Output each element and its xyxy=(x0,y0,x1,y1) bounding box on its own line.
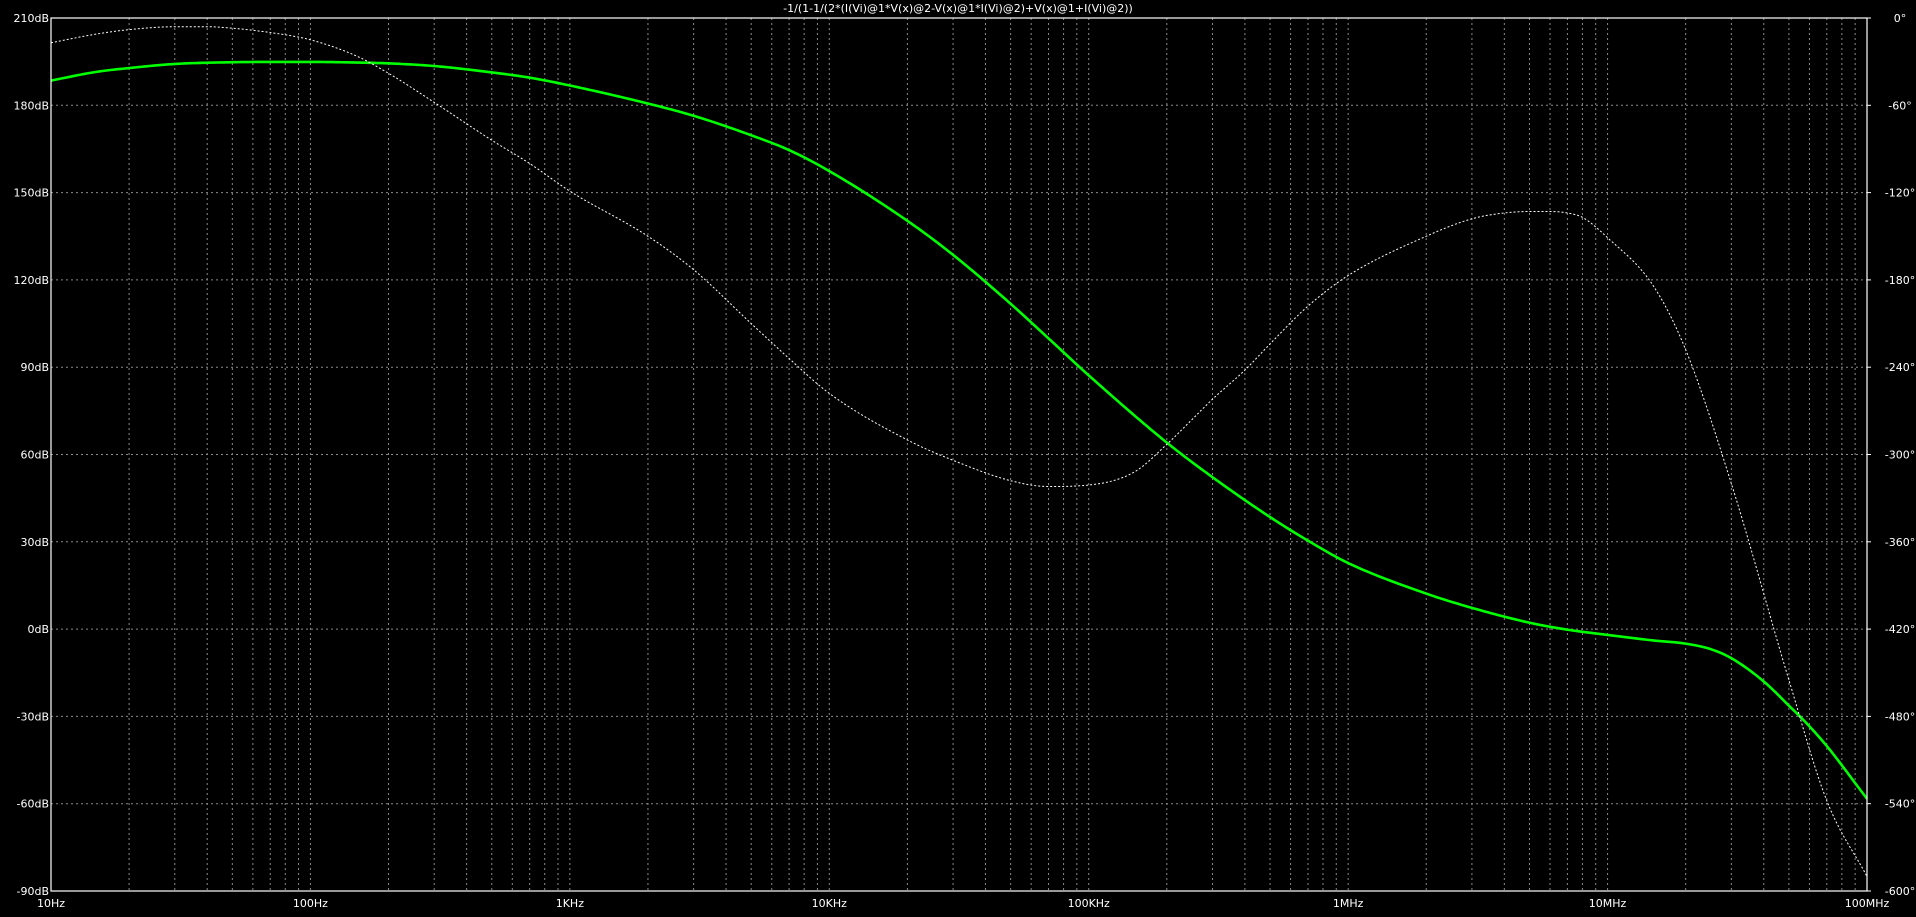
right-y-tick-label: -480° xyxy=(1885,710,1915,723)
x-tick-label: 1MHz xyxy=(1333,897,1364,910)
left-y-tick-label: 30dB xyxy=(20,536,49,549)
left-y-tick-label: -90dB xyxy=(17,885,50,898)
right-y-tick-label: 0° xyxy=(1894,12,1907,25)
right-y-tick-label: -240° xyxy=(1885,361,1915,374)
grid xyxy=(51,18,1867,891)
x-tick-label: 100KHz xyxy=(1068,897,1110,910)
right-y-tick-label: -60° xyxy=(1888,99,1911,112)
traces xyxy=(50,26,1869,877)
right-axis-ticks: 0° -60° -120° -180° -240° -300° -360° -420° -480… xyxy=(1867,12,1915,898)
left-y-tick-label: 120dB xyxy=(13,274,49,287)
right-y-tick-label: -180° xyxy=(1885,274,1915,287)
right-y-tick-label: -600° xyxy=(1885,885,1915,898)
left-y-tick-label: -30dB xyxy=(17,710,50,723)
phase-trace xyxy=(50,26,1868,877)
magnitude-trace xyxy=(50,60,1869,800)
x-tick-label: 1KHz xyxy=(556,897,584,910)
chart-title: -1/(1-1/(2*(I(Vi)@1*V(x)@2-V(x)@1*I(Vi)@… xyxy=(783,2,1133,15)
left-y-tick-label: -60dB xyxy=(17,798,50,811)
right-y-tick-label: -420° xyxy=(1885,623,1915,636)
left-y-tick-label: 90dB xyxy=(20,361,49,374)
left-y-tick-label: 210dB xyxy=(13,12,49,25)
x-tick-label: 10KHz xyxy=(812,897,847,910)
x-tick-label: 10Hz xyxy=(37,897,65,910)
right-y-tick-label: -300° xyxy=(1885,449,1915,462)
right-y-tick-label: -360° xyxy=(1885,536,1915,549)
left-y-tick-label: 0dB xyxy=(27,623,49,636)
x-tick-label: 100Hz xyxy=(293,897,328,910)
right-y-tick-label: -540° xyxy=(1885,798,1915,811)
left-y-tick-label: 60dB xyxy=(20,449,49,462)
right-y-tick-label: -120° xyxy=(1885,187,1915,200)
x-axis-ticks: 10Hz 100Hz 1KHz 10KHz 100KHz 1MHz 10MHz 100MHz xyxy=(37,897,1890,910)
left-y-tick-label: 150dB xyxy=(13,187,49,200)
plot-frame xyxy=(50,17,1868,892)
plot-canvas: -1/(1-1/(2*(I(Vi)@1*V(x)@2-V(x)@1*I(Vi)@… xyxy=(13,2,1915,910)
x-tick-label: 100MHz xyxy=(1845,897,1890,910)
x-tick-label: 10MHz xyxy=(1589,897,1627,910)
left-axis-ticks: 210dB 180dB 150dB 120dB 90dB 60dB 30dB 0dB -30dB… xyxy=(13,12,49,898)
left-y-tick-label: 180dB xyxy=(13,99,49,112)
